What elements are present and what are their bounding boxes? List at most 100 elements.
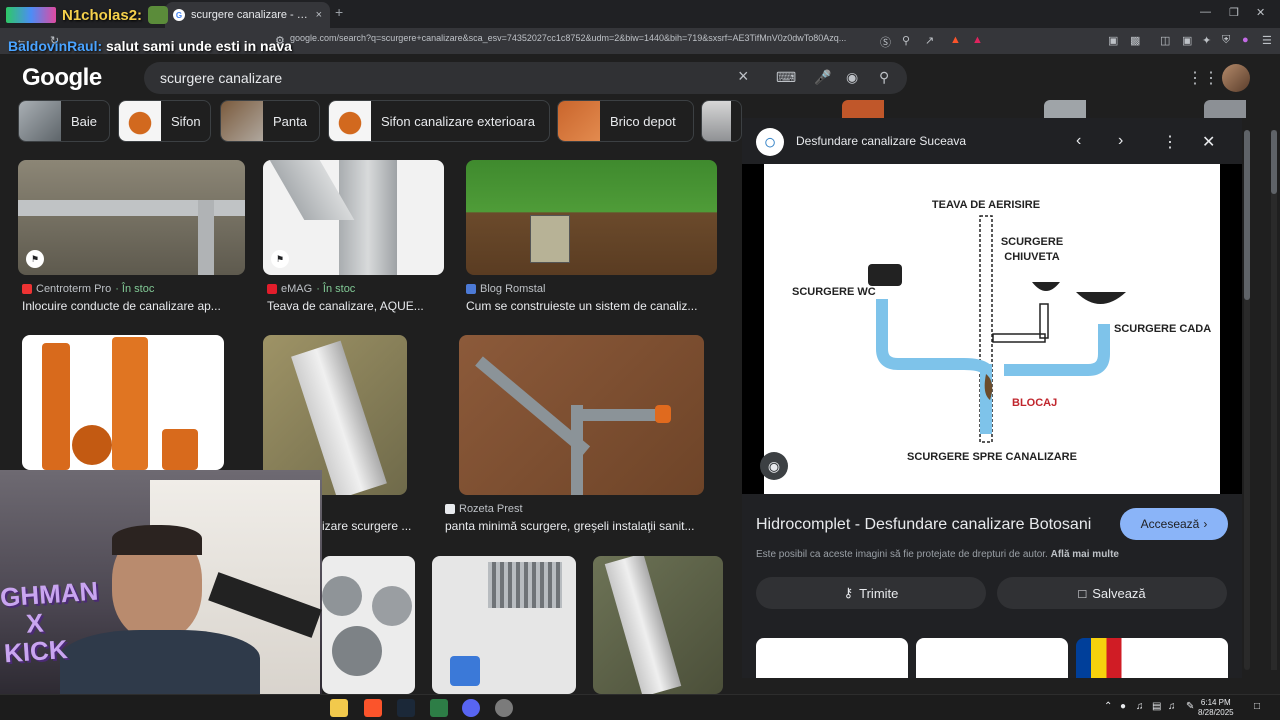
result-image[interactable]: [22, 335, 224, 470]
brave-shield-icon[interactable]: ▲: [950, 34, 961, 46]
result-image[interactable]: [322, 556, 415, 694]
learn-more-link[interactable]: Află mai multe: [1051, 549, 1119, 560]
screenshot-icon[interactable]: ▩: [1130, 34, 1140, 47]
visit-button[interactable]: Accesează ›: [1120, 508, 1228, 540]
wallet-icon[interactable]: ▣: [1182, 34, 1192, 47]
result-caption[interactable]: Teava de canalizare, AQUE...: [267, 299, 442, 313]
page-scrollbar-thumb[interactable]: [1271, 130, 1277, 194]
search-box[interactable]: scurgere canalizare × ⌨ 🎤 ◉ ⚲: [144, 62, 907, 94]
tab-close-icon[interactable]: ×: [316, 9, 322, 21]
result-image[interactable]: [263, 160, 444, 275]
share-page-icon[interactable]: ↗: [925, 34, 934, 47]
close-window-icon[interactable]: ✕: [1256, 6, 1265, 19]
pen-tray-icon[interactable]: ✎: [1186, 701, 1194, 712]
extensions-icon[interactable]: ▣: [1108, 34, 1118, 47]
share-button[interactable]: ⚷ Trimite: [756, 577, 986, 609]
chip-more[interactable]: [701, 100, 742, 142]
result-source[interactable]: Rozeta Prest: [445, 503, 523, 515]
url-field[interactable]: google.com/search?q=scurgere+canalizare&…: [290, 33, 870, 51]
brave-browser-icon[interactable]: [364, 699, 382, 717]
lens-icon[interactable]: ◉: [846, 69, 858, 86]
chip-baie[interactable]: Baie: [18, 100, 110, 142]
result-source[interactable]: eMAG · În stoc: [267, 283, 355, 295]
chip-brico-depot[interactable]: Brico depot: [557, 100, 694, 142]
new-tab-button[interactable]: +: [335, 4, 343, 20]
minimize-icon[interactable]: —: [1200, 6, 1211, 18]
pipe-shape: [112, 337, 148, 470]
maximize-icon[interactable]: ❐: [1229, 6, 1239, 19]
result-caption[interactable]: Inlocuire conducte de canalizare ap...: [22, 299, 244, 313]
septic-tank-shape: [530, 215, 570, 263]
search-input[interactable]: scurgere canalizare: [160, 70, 282, 86]
vpn-icon[interactable]: ⛨: [1222, 34, 1230, 47]
chip-sifon-canalizare-exterioara[interactable]: Sifon canalizare exterioara: [328, 100, 550, 142]
related-image[interactable]: [756, 638, 908, 678]
related-image[interactable]: [916, 638, 1068, 678]
account-avatar[interactable]: [1222, 64, 1250, 92]
result-title[interactable]: Hidrocomplet - Desfundare canalizare Bot…: [756, 516, 1091, 534]
result-source[interactable]: Blog Romstal: [466, 283, 545, 295]
more-options-icon[interactable]: ⋮: [1162, 132, 1178, 152]
chip-thumbnail: [702, 101, 731, 141]
panel-scrollbar-thumb[interactable]: [1244, 130, 1250, 300]
result-source[interactable]: Centroterm Pro · În stoc: [22, 283, 154, 295]
result-image[interactable]: [459, 335, 704, 495]
speaker-tray-icon[interactable]: ♫: [1168, 701, 1176, 712]
next-icon[interactable]: ›: [1118, 132, 1123, 150]
sidebar-icon[interactable]: ◫: [1160, 34, 1170, 47]
result-caption[interactable]: izare scurgere ...: [322, 519, 422, 533]
chip-sifon[interactable]: Sifon: [118, 100, 211, 142]
obs-icon[interactable]: [495, 699, 513, 717]
chat-message: N1cholas2:: [6, 6, 169, 24]
clock[interactable]: 6:14 PM 8/28/2025: [1198, 698, 1234, 718]
tray-chevron-icon[interactable]: ⌃: [1104, 701, 1112, 712]
result-image[interactable]: [18, 160, 245, 275]
search-image-icon[interactable]: ◉: [760, 452, 788, 480]
leo-icon[interactable]: ✦: [1202, 34, 1211, 47]
label-wc: SCURGERE WC: [792, 286, 876, 298]
zoom-icon[interactable]: ⚲: [902, 34, 910, 47]
translate-icon[interactable]: Ⓢ: [880, 34, 891, 50]
toilet-icon: [868, 264, 902, 286]
page-scrollbar-track[interactable]: [1271, 130, 1277, 670]
menu-icon[interactable]: ☰: [1262, 34, 1272, 47]
panel-header: ◯ Desfundare canalizare Suceava ‹ › ⋮ ✕: [742, 118, 1242, 164]
clear-search-icon[interactable]: ×: [738, 66, 749, 87]
profile-icon[interactable]: ●: [1242, 34, 1249, 46]
keyboard-icon[interactable]: ⌨: [776, 69, 796, 86]
close-panel-icon[interactable]: ✕: [1202, 132, 1215, 152]
chat-username: N1cholas2:: [62, 6, 143, 24]
browser-tab[interactable]: G scurgere canalizare - Căutare Go ×: [165, 2, 330, 28]
google-logo[interactable]: Google: [22, 64, 102, 92]
network-tray-icon[interactable]: ▤: [1152, 701, 1161, 712]
search-icon[interactable]: ⚲: [879, 69, 889, 86]
file-explorer-icon[interactable]: [330, 699, 348, 717]
previous-icon[interactable]: ‹: [1076, 132, 1081, 150]
related-image[interactable]: [1076, 638, 1228, 678]
bathtub-icon: [1076, 292, 1126, 304]
notifications-icon[interactable]: □: [1254, 701, 1260, 712]
chip-thumbnail: [119, 101, 161, 141]
save-button[interactable]: □ Salvează: [997, 577, 1227, 609]
result-image[interactable]: [466, 160, 717, 275]
panel-site-name[interactable]: Desfundare canalizare Suceava: [796, 134, 966, 148]
drainage-diagram[interactable]: TEAVA DE AERISIRE SCURGERE CHIUVETA SCUR…: [764, 164, 1220, 494]
result-image[interactable]: [432, 556, 576, 694]
pipe-shape: [372, 586, 412, 626]
microphone-tray-icon[interactable]: ●: [1120, 701, 1126, 712]
discord-icon[interactable]: [462, 699, 480, 717]
result-image[interactable]: [593, 556, 723, 694]
mic-icon[interactable]: 🎤: [814, 69, 831, 86]
result-caption[interactable]: Cum se construieste un sistem de canaliz…: [466, 299, 718, 313]
volume-tray-icon[interactable]: ♫: [1136, 701, 1144, 712]
share-label: Trimite: [859, 585, 899, 601]
google-favicon-icon: G: [173, 9, 185, 21]
label-sink-2: CHIUVETA: [1004, 251, 1059, 263]
bookmark-icon: □: [1078, 585, 1087, 601]
result-caption[interactable]: panta minimă scurgere, greşeli instalaţi…: [445, 519, 720, 533]
brave-rewards-icon[interactable]: ▲: [972, 34, 983, 46]
site-logo-icon[interactable]: ◯: [756, 128, 784, 156]
chip-panta[interactable]: Panta: [220, 100, 320, 142]
steam-icon[interactable]: [397, 699, 415, 717]
excel-icon[interactable]: [430, 699, 448, 717]
